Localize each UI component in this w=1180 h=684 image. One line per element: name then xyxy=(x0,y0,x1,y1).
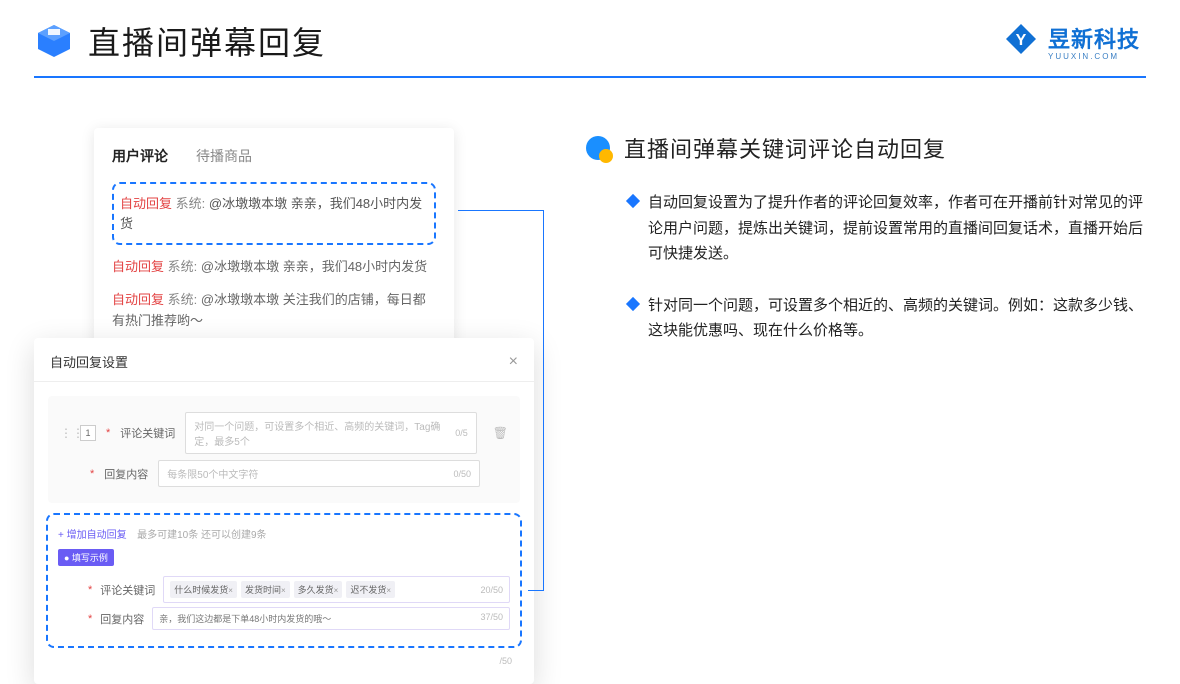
page-header: 直播间弹幕回复 Y 昱新科技 YUUXIN.COM xyxy=(0,0,1180,76)
content-label: 回复内容 xyxy=(104,466,148,482)
bullet-list: 自动回复设置为了提升作者的评论回复效率，作者可在开播前针对常见的评论用户问题，提… xyxy=(584,190,1146,344)
keyword-row: ⋮⋮ 1 * 评论关键词 对同一个问题，可设置多个相近、高频的关键词，Tag确定… xyxy=(60,412,508,454)
comment-line: 自动回复 系统: @冰墩墩本墩 关注我们的店铺，每日都有热门推荐哟～ xyxy=(112,290,436,332)
example-keyword-row: * 评论关键词 什么时候发货× 发货时间× 多久发货× 迟不发货× 20/50 xyxy=(58,576,510,603)
tab-comments[interactable]: 用户评论 xyxy=(112,146,168,166)
placeholder-text: 每条限50个中文字符 xyxy=(167,466,258,481)
required-dot: * xyxy=(90,468,94,480)
header-right: Y 昱新科技 YUUXIN.COM xyxy=(1004,22,1140,61)
comment-feed-card: 用户评论 待播商品 自动回复 系统: @冰墩墩本墩 亲亲，我们48小时内发货 自… xyxy=(94,128,454,371)
brand-name: 昱新科技 xyxy=(1048,22,1140,54)
left-mockups: 用户评论 待播商品 自动回复 系统: @冰墩墩本墩 亲亲，我们48小时内发货 自… xyxy=(34,128,544,636)
highlighted-comment: 自动回复 系统: @冰墩墩本墩 亲亲，我们48小时内发货 xyxy=(112,182,436,245)
system-label: 系统: xyxy=(168,292,198,307)
brand-text: 昱新科技 YUUXIN.COM xyxy=(1048,22,1140,61)
tab-products[interactable]: 待播商品 xyxy=(196,146,252,166)
required-dot: * xyxy=(88,584,92,596)
connector-line xyxy=(458,210,544,590)
keyword-chip: 多久发货× xyxy=(294,581,343,598)
keyword-chip: 什么时候发货× xyxy=(170,581,237,598)
svg-text:Y: Y xyxy=(1016,32,1027,49)
section-title: 直播间弹幕关键词评论自动回复 xyxy=(624,132,946,164)
page-title: 直播间弹幕回复 xyxy=(88,18,326,64)
comment-line: 自动回复 系统: @冰墩墩本墩 亲亲，我们48小时内发货 xyxy=(112,257,436,278)
example-highlight: + 增加自动回复 最多可建10条 还可以创建9条 ● 填写示例 * 评论关键词 … xyxy=(46,513,522,648)
system-label: 系统: xyxy=(168,259,198,274)
logo-icon xyxy=(34,21,74,61)
example-badge: ● 填写示例 xyxy=(58,549,114,566)
chip-remove-icon[interactable]: × xyxy=(228,586,233,595)
form-block: ⋮⋮ 1 * 评论关键词 对同一个问题，可设置多个相近、高频的关键词，Tag确定… xyxy=(48,396,520,503)
connector-line xyxy=(528,590,544,591)
diamond-icon xyxy=(626,296,640,310)
auto-reply-tag: 自动回复 xyxy=(112,292,164,307)
comment-text: @冰墩墩本墩 亲亲，我们48小时内发货 xyxy=(201,259,427,274)
modal-title: 自动回复设置 xyxy=(50,352,128,371)
example-content-input[interactable]: 亲，我们这边都是下单48小时内发货的哦～ 37/50 xyxy=(152,607,510,630)
placeholder-text: 对同一个问题，可设置多个相近、高频的关键词，Tag确定，最多5个 xyxy=(194,418,455,448)
section-header: 直播间弹幕关键词评论自动回复 xyxy=(584,132,1146,164)
bullet-text: 针对同一个问题，可设置多个相近的、高频的关键词。例如：这款多少钱、这块能优惠吗、… xyxy=(648,293,1146,344)
right-content: 直播间弹幕关键词评论自动回复 自动回复设置为了提升作者的评论回复效率，作者可在开… xyxy=(584,128,1146,636)
chip-remove-icon[interactable]: × xyxy=(281,586,286,595)
content-row: * 回复内容 每条限50个中文字符 0/50 xyxy=(60,460,508,487)
row-number: 1 xyxy=(80,425,96,441)
keyword-chip: 发货时间× xyxy=(241,581,290,598)
brand-icon: Y xyxy=(1004,22,1038,61)
ex-keyword-label: 评论关键词 xyxy=(100,582,155,598)
add-reply-link[interactable]: + 增加自动回复 xyxy=(58,530,127,541)
chip-remove-icon[interactable]: × xyxy=(386,586,391,595)
required-dot: * xyxy=(106,427,110,439)
auto-reply-tag: 自动回复 xyxy=(112,259,164,274)
ex-content-label: 回复内容 xyxy=(100,611,144,627)
tabs: 用户评论 待播商品 xyxy=(112,146,436,166)
auto-reply-tag: 自动回复 xyxy=(120,196,172,211)
add-hint: 最多可建10条 还可以创建9条 xyxy=(137,530,266,541)
example-content-row: * 回复内容 亲，我们这边都是下单48小时内发货的哦～ 37/50 xyxy=(58,607,510,630)
drag-handle-icon[interactable]: ⋮⋮ xyxy=(60,426,70,440)
keyword-input[interactable]: 对同一个问题，可设置多个相近、高频的关键词，Tag确定，最多5个 0/5 xyxy=(185,412,476,454)
required-dot: * xyxy=(88,613,92,625)
counter: 37/50 xyxy=(480,612,503,625)
chip-remove-icon[interactable]: × xyxy=(334,586,339,595)
diamond-icon xyxy=(626,194,640,208)
keyword-label: 评论关键词 xyxy=(120,425,175,441)
keyword-chip: 迟不发货× xyxy=(346,581,395,598)
content-input[interactable]: 每条限50个中文字符 0/50 xyxy=(158,460,480,487)
system-label: 系统: xyxy=(176,196,206,211)
bullet-text: 自动回复设置为了提升作者的评论回复效率，作者可在开播前针对常见的评论用户问题，提… xyxy=(648,190,1146,267)
header-left: 直播间弹幕回复 xyxy=(34,18,326,64)
bullet-item: 针对同一个问题，可设置多个相近的、高频的关键词。例如：这款多少钱、这块能优惠吗、… xyxy=(628,293,1146,344)
content-text: 亲，我们这边都是下单48小时内发货的哦～ xyxy=(159,612,331,625)
bullet-item: 自动回复设置为了提升作者的评论回复效率，作者可在开播前针对常见的评论用户问题，提… xyxy=(628,190,1146,267)
section-icon xyxy=(584,134,612,162)
